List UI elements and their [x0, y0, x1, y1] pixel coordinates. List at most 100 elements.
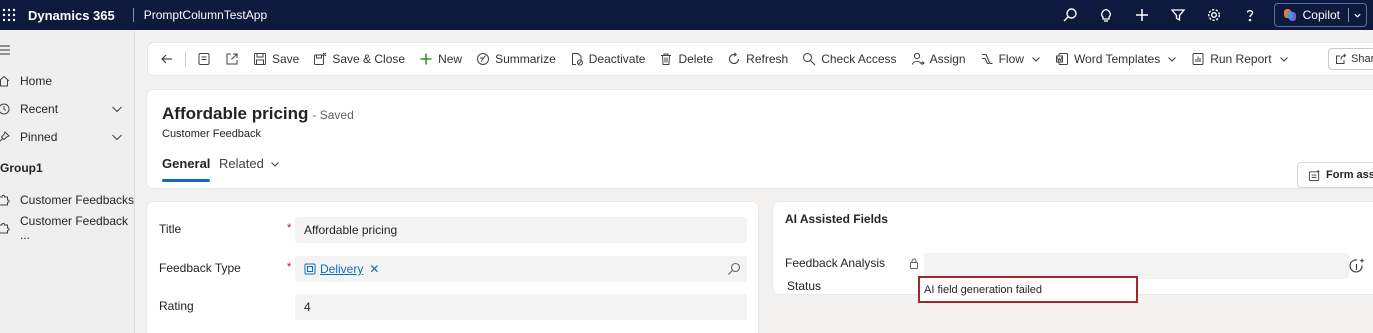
- command-divider: [185, 51, 186, 67]
- lookup-tag[interactable]: Delivery: [304, 262, 363, 276]
- rating-field[interactable]: 4: [295, 294, 747, 320]
- search-icon[interactable]: [727, 262, 741, 276]
- back-button[interactable]: [148, 42, 181, 76]
- copilot-label: Copilot: [1302, 8, 1340, 22]
- lightbulb-icon[interactable]: [1088, 0, 1124, 30]
- copilot-button[interactable]: Copilot: [1273, 3, 1367, 27]
- chevron-down-icon[interactable]: [1353, 11, 1362, 20]
- remove-icon[interactable]: ✕: [369, 262, 379, 276]
- deactivate-button[interactable]: Deactivate: [563, 42, 653, 76]
- status-label: Status: [787, 279, 822, 293]
- pin-icon: [0, 131, 10, 143]
- new-button[interactable]: New: [412, 42, 469, 76]
- copilot-divider: [1348, 8, 1349, 22]
- word-templates-label: Word Templates: [1073, 52, 1161, 66]
- sitemap-sidebar: Home Recent Pinned Group1 Customer Feedb…: [0, 30, 135, 333]
- topbar-actions: Copilot: [1052, 0, 1373, 30]
- save-close-button[interactable]: Save & Close: [306, 42, 412, 76]
- arrow-left-icon: [161, 54, 172, 64]
- form-icon: [198, 53, 210, 65]
- assign-button[interactable]: Assign: [904, 42, 973, 76]
- home-icon: [0, 75, 10, 87]
- status-error-message: AI field generation failed: [918, 276, 1138, 303]
- open-new-window-button[interactable]: [218, 42, 246, 76]
- sidebar-group-label: Group1: [0, 161, 43, 175]
- ai-generate-icon[interactable]: [1347, 256, 1367, 276]
- app-launcher-icon[interactable]: [2, 8, 16, 22]
- sidebar-item-customer-feedback-2[interactable]: Customer Feedback ...: [0, 214, 135, 242]
- filter-icon[interactable]: [1160, 0, 1196, 30]
- flow-button[interactable]: Flow: [973, 42, 1048, 76]
- app-name[interactable]: PromptColumnTestApp: [144, 8, 267, 22]
- gear-icon[interactable]: [1196, 0, 1232, 30]
- share-button[interactable]: Share: [1328, 48, 1373, 70]
- entity-name: Customer Feedback: [162, 128, 262, 140]
- check-access-button[interactable]: Check Access: [795, 42, 903, 76]
- save-label: Save: [272, 52, 300, 66]
- topbar-divider: [132, 8, 134, 22]
- lock-icon: [909, 258, 919, 269]
- refresh-label: Refresh: [746, 52, 789, 66]
- save-close-label: Save & Close: [332, 52, 406, 66]
- tab-label: General: [162, 156, 211, 171]
- save-button[interactable]: Save: [246, 42, 306, 76]
- assign-label: Assign: [929, 52, 966, 66]
- title-field[interactable]: Affordable pricing: [295, 217, 747, 243]
- form-assist-icon: [1308, 168, 1321, 182]
- feedback-type-label: Feedback Type: [159, 261, 241, 275]
- tab-general[interactable]: General: [162, 156, 211, 182]
- form-assist-button[interactable]: Form assis: [1297, 162, 1373, 188]
- sidebar-item-home[interactable]: Home: [0, 69, 135, 93]
- form-assist-label: Form assis: [1326, 169, 1373, 181]
- record-set-button[interactable]: [190, 42, 218, 76]
- tab-label: Related: [219, 156, 264, 171]
- help-icon[interactable]: [1232, 0, 1268, 30]
- chevron-down-icon: [1031, 54, 1041, 64]
- key-search-icon: [802, 52, 816, 66]
- save-close-icon: [313, 52, 327, 66]
- lookup-value: Delivery: [320, 262, 364, 276]
- trash-icon: [659, 52, 673, 66]
- chevron-down-icon: [270, 159, 280, 169]
- word-templates-button[interactable]: Word Templates: [1048, 42, 1184, 76]
- run-report-button[interactable]: Run Report: [1184, 42, 1295, 76]
- sidebar-item-label: Pinned: [20, 130, 58, 144]
- copilot-icon: [1283, 8, 1297, 22]
- refresh-icon: [727, 52, 741, 66]
- delete-label: Delete: [678, 52, 714, 66]
- sidebar-item-pinned[interactable]: Pinned: [0, 125, 135, 149]
- title-label: Title: [159, 222, 182, 236]
- feedback-type-lookup[interactable]: Delivery ✕: [295, 256, 747, 282]
- sidebar-item-label: Home: [20, 74, 53, 88]
- plus-icon: [419, 52, 433, 66]
- chevron-down-icon: [1167, 54, 1177, 64]
- report-icon: [1191, 52, 1205, 66]
- save-icon: [253, 52, 267, 66]
- tab-related[interactable]: Related: [219, 156, 280, 171]
- rating-value: 4: [304, 300, 311, 314]
- top-navigation-bar: Dynamics 365 PromptColumnTestApp Copilot: [0, 0, 1373, 30]
- sidebar-item-recent[interactable]: Recent: [0, 97, 135, 121]
- chevron-down-icon[interactable]: [111, 103, 123, 115]
- share-icon: [1335, 53, 1347, 65]
- puzzle-icon: [0, 222, 10, 234]
- deactivate-label: Deactivate: [588, 52, 646, 66]
- run-report-label: Run Report: [1210, 52, 1272, 66]
- hamburger-menu-icon[interactable]: [0, 45, 10, 55]
- chevron-down-icon[interactable]: [111, 131, 123, 143]
- plus-icon[interactable]: [1124, 0, 1160, 30]
- refresh-button[interactable]: Refresh: [720, 42, 795, 76]
- record-title-text: Affordable pricing: [162, 104, 309, 123]
- document-block-icon: [570, 52, 584, 66]
- brand-title[interactable]: Dynamics 365: [28, 8, 115, 23]
- flow-icon: [980, 52, 994, 66]
- check-access-label: Check Access: [821, 52, 897, 66]
- sidebar-item-customer-feedbacks[interactable]: Customer Feedbacks: [0, 188, 135, 212]
- puzzle-icon: [0, 194, 10, 206]
- search-icon[interactable]: [1052, 0, 1088, 30]
- feedback-analysis-label: Feedback Analysis: [785, 256, 886, 270]
- delete-button[interactable]: Delete: [652, 42, 720, 76]
- summarize-button[interactable]: Summarize: [469, 42, 563, 76]
- summarize-label: Summarize: [495, 52, 556, 66]
- entity-icon: [304, 263, 316, 275]
